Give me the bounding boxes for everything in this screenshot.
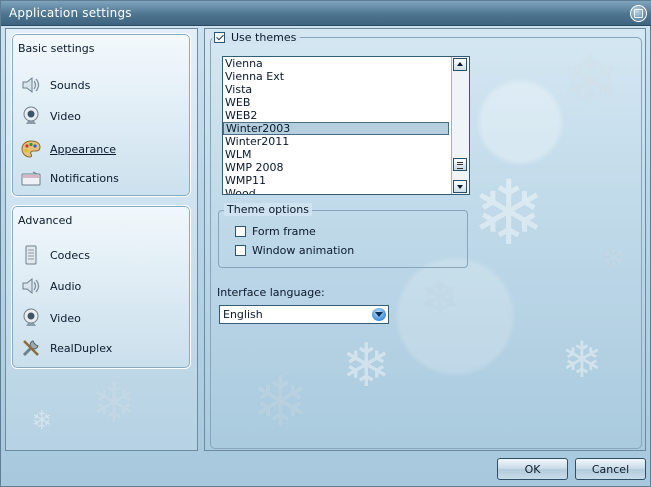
basic-settings-title: Basic settings — [18, 42, 95, 55]
sidebar-item-codecs[interactable]: Codecs — [20, 244, 184, 266]
restore-window-button[interactable] — [630, 5, 647, 22]
basic-settings-group: Basic settings Sounds Video Appearance N… — [11, 33, 191, 197]
form-frame-check[interactable] — [235, 226, 246, 237]
title-bar: Application settings — [1, 1, 651, 26]
sidebar-item-audio[interactable]: Audio — [20, 275, 184, 297]
settings-window: ❄ ❄ ❄ ❄ ❄ ❄ ❄ ❄ ❄ ❄ Application settings… — [0, 0, 651, 487]
chevron-down-icon[interactable] — [372, 308, 386, 321]
appearance-panel: Use themes Vienna Vienna Ext Vista WEB WEB2 W… — [204, 28, 646, 451]
sidebar-item-sounds[interactable]: Sounds — [20, 74, 184, 96]
theme-list-item[interactable]: Vista — [223, 83, 451, 96]
sidebar-item-video[interactable]: Video — [20, 105, 184, 127]
window-title: Application settings — [9, 6, 132, 20]
theme-list-item[interactable]: WLM — [223, 148, 451, 161]
use-themes-label: Use themes — [231, 31, 297, 44]
theme-list-item[interactable]: Winter2003 — [223, 122, 449, 135]
theme-list-item[interactable]: Wood — [223, 187, 451, 194]
scroll-up-button[interactable] — [453, 58, 467, 71]
theme-options-group: Theme options Form frame Window animatio… — [218, 203, 468, 268]
form-frame-label: Form frame — [252, 225, 316, 238]
codec-icon — [20, 244, 42, 266]
theme-list-item[interactable]: WEB — [223, 96, 451, 109]
sidebar-item-label: Audio — [50, 279, 82, 293]
window-animation-check[interactable] — [235, 245, 246, 256]
cancel-button[interactable]: Cancel — [575, 458, 646, 480]
advanced-settings-group: Advanced Codecs Audio Video RealDuplex — [11, 205, 191, 369]
sidebar-item-label: Notifications — [50, 171, 119, 185]
form-frame-checkbox[interactable]: Form frame — [235, 225, 316, 238]
sidebar-item-label: Video — [50, 311, 81, 325]
sidebar-item-appearance[interactable]: Appearance — [20, 138, 184, 160]
themes-listbox[interactable]: Vienna Vienna Ext Vista WEB WEB2 Winter2003 Wi… — [222, 56, 470, 195]
scroll-thumb[interactable] — [453, 158, 467, 171]
use-themes-check[interactable] — [214, 32, 225, 43]
theme-list-item[interactable]: Winter2011 — [223, 135, 451, 148]
sidebar-item-realduplex[interactable]: RealDuplex — [20, 337, 184, 359]
theme-options-title: Theme options — [224, 203, 312, 216]
webcam-icon — [20, 105, 42, 127]
tools-icon — [20, 337, 42, 359]
sidebar-item-label: Video — [50, 109, 81, 123]
notification-icon — [20, 167, 42, 189]
interface-language-select[interactable]: English — [219, 305, 389, 324]
window-animation-checkbox[interactable]: Window animation — [235, 244, 354, 257]
advanced-settings-title: Advanced — [18, 214, 73, 227]
use-themes-checkbox[interactable]: Use themes — [212, 31, 301, 44]
ok-button[interactable]: OK — [497, 458, 568, 480]
speaker-icon — [20, 275, 42, 297]
sidebar-item-label: Sounds — [50, 78, 91, 92]
sidebar-item-label: Codecs — [50, 248, 90, 262]
webcam-icon — [20, 307, 42, 329]
theme-list-item[interactable]: WEB2 — [223, 109, 451, 122]
sidebar-item-notifications[interactable]: Notifications — [20, 167, 184, 189]
themes-scrollbar[interactable] — [451, 57, 469, 194]
theme-list-item[interactable]: Vienna — [223, 57, 451, 70]
palette-icon — [20, 138, 42, 160]
speaker-icon — [20, 74, 42, 96]
theme-list-item[interactable]: WMP11 — [223, 174, 451, 187]
themes-list: Vienna Vienna Ext Vista WEB WEB2 Winter2003 Wi… — [223, 57, 451, 194]
sidebar: Basic settings Sounds Video Appearance N… — [5, 28, 198, 451]
sidebar-item-label: RealDuplex — [50, 341, 113, 355]
sidebar-item-advanced-video[interactable]: Video — [20, 307, 184, 329]
theme-list-item[interactable]: Vienna Ext — [223, 70, 451, 83]
scroll-down-button[interactable] — [453, 180, 467, 193]
theme-list-item[interactable]: WMP 2008 — [223, 161, 451, 174]
sidebar-item-label: Appearance — [50, 142, 117, 156]
interface-language-value: English — [223, 308, 263, 321]
interface-language-label: Interface language: — [217, 286, 325, 299]
window-animation-label: Window animation — [252, 244, 355, 257]
